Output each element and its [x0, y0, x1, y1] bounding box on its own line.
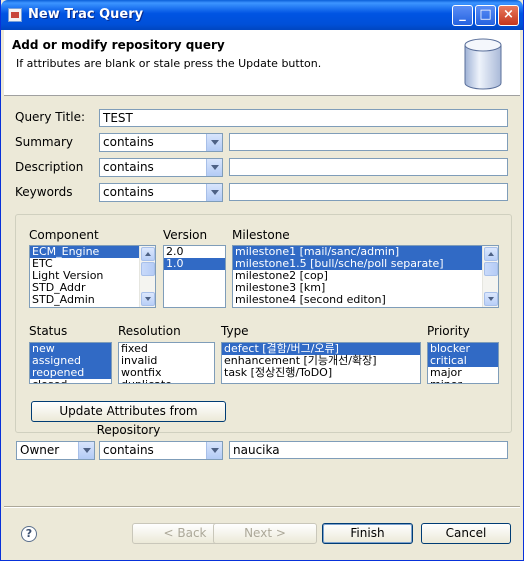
close-icon[interactable]: × — [498, 5, 519, 26]
type-label: Type — [221, 324, 249, 338]
cancel-button[interactable]: Cancel — [421, 523, 511, 544]
query-title-input[interactable]: TEST — [99, 109, 508, 127]
component-list[interactable]: ECM_Engine ETC Light Version STD_Addr STD_Ad… — [29, 245, 156, 308]
update-attributes-button[interactable]: Update Attributes from Repository — [31, 401, 226, 437]
list-item[interactable]: closed — [30, 379, 111, 384]
scroll-down-icon[interactable] — [141, 292, 155, 306]
summary-input[interactable] — [229, 133, 508, 151]
owner-operator-select[interactable]: contains — [99, 441, 223, 460]
status-list[interactable]: newassignedreopenedclosed — [29, 342, 112, 384]
component-label: Component — [29, 228, 99, 242]
header-title: Add or modify repository query — [12, 38, 225, 52]
repository-icon — [464, 38, 502, 90]
owner-operator-value: contains — [103, 443, 154, 457]
milestone-label: Milestone — [232, 228, 290, 242]
version-list[interactable]: 2.0 1.0 — [163, 245, 226, 308]
scroll-thumb[interactable] — [141, 262, 155, 276]
list-item[interactable]: minor — [428, 379, 498, 384]
chevron-down-icon[interactable] — [206, 442, 222, 459]
resolution-list[interactable]: fixedinvalidwontfixduplicate — [118, 342, 215, 384]
maximize-icon[interactable]: □ — [475, 5, 496, 26]
help-icon[interactable]: ? — [21, 526, 37, 542]
chevron-down-icon[interactable] — [78, 442, 94, 459]
scroll-up-icon[interactable] — [141, 247, 155, 261]
type-list[interactable]: defect [결함/버그/오류] enhancement [기능개선/확장] ta… — [221, 342, 421, 384]
finish-button[interactable]: Finish — [322, 523, 413, 544]
header-message: If attributes are blank or stale press t… — [16, 57, 322, 70]
owner-input[interactable]: naucika — [229, 441, 508, 459]
summary-operator-value: contains — [103, 135, 154, 149]
status-label: Status — [29, 324, 68, 338]
query-title-label: Query Title: — [15, 110, 86, 124]
keywords-input[interactable] — [229, 183, 508, 201]
description-operator-value: contains — [103, 160, 154, 174]
title-bar[interactable]: New Trac Query _ □ × — [1, 0, 523, 30]
minimize-icon[interactable]: _ — [452, 5, 473, 26]
list-item[interactable]: 1.0 — [164, 258, 225, 270]
scroll-down-icon[interactable] — [484, 292, 498, 306]
chevron-down-icon[interactable] — [206, 159, 222, 176]
summary-label: Summary — [15, 135, 73, 149]
description-label: Description — [15, 160, 84, 174]
milestone-scrollbar[interactable] — [482, 246, 498, 307]
component-scrollbar[interactable] — [139, 246, 155, 307]
next-button[interactable]: Next > — [213, 523, 317, 544]
version-label: Version — [163, 228, 208, 242]
priority-list[interactable]: blockercriticalmajorminor — [427, 342, 499, 384]
milestone-list[interactable]: milestone1 [mail/sanc/admin] milestone1.5… — [232, 245, 499, 308]
chevron-down-icon[interactable] — [206, 184, 222, 201]
dialog-window: New Trac Query _ □ × Add or modify repos… — [0, 0, 524, 561]
description-operator-select[interactable]: contains — [99, 158, 223, 177]
scroll-thumb[interactable] — [484, 262, 498, 276]
window-title: New Trac Query — [28, 7, 144, 22]
list-item[interactable]: duplicate — [119, 379, 214, 384]
list-item[interactable]: milestone4 [second editon] — [233, 294, 498, 306]
keywords-label: Keywords — [15, 185, 73, 199]
keywords-operator-value: contains — [103, 185, 154, 199]
description-input[interactable] — [229, 158, 508, 176]
field-select-value: Owner — [20, 443, 60, 457]
resolution-label: Resolution — [118, 324, 181, 338]
field-select[interactable]: Owner — [16, 441, 95, 460]
keywords-operator-select[interactable]: contains — [99, 183, 223, 202]
list-item[interactable]: STD_Admin — [30, 294, 155, 306]
scroll-up-icon[interactable] — [484, 247, 498, 261]
app-icon — [8, 8, 22, 22]
priority-label: Priority — [427, 324, 470, 338]
summary-operator-select[interactable]: contains — [99, 133, 223, 152]
footer-separator — [4, 506, 520, 508]
chevron-down-icon[interactable] — [206, 134, 222, 151]
wizard-header: Add or modify repository query If attrib… — [4, 30, 520, 96]
list-item[interactable]: task [정상진행/ToDO] — [222, 367, 420, 379]
